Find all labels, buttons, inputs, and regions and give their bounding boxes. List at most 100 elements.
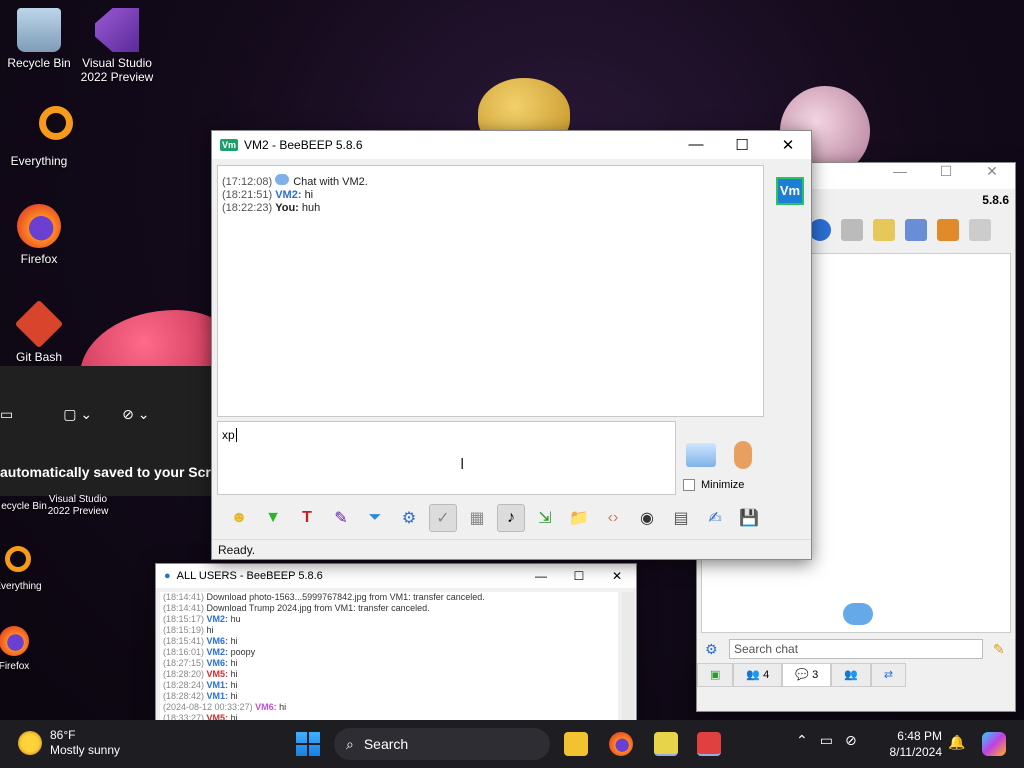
desktop-icon-visual-studio-2[interactable]: Visual Studio 2022 Preview (40, 494, 116, 518)
scrollbar[interactable] (622, 592, 634, 722)
taskbar-search[interactable]: ⌕ Search (334, 728, 550, 760)
minimize-button[interactable]: — (877, 163, 923, 189)
font-icon[interactable]: T (293, 504, 321, 532)
clear-search-icon[interactable]: ✎ (993, 641, 1005, 658)
log-user: VM5: (206, 669, 229, 679)
close-button[interactable]: ✕ (765, 136, 811, 154)
firefox-icon[interactable] (609, 732, 633, 756)
message-input-value: xp (222, 428, 235, 442)
screenshot-icon[interactable]: ◉ (633, 504, 661, 532)
minimize-label: Minimize (701, 479, 745, 491)
display-icon[interactable]: ▭ (820, 732, 833, 749)
weather-widget[interactable]: 86°F Mostly sunny (18, 728, 120, 758)
log-text: hi (230, 669, 238, 679)
log-line: (18:28:42) VM1: hi (163, 691, 615, 702)
network-icon[interactable] (809, 219, 831, 241)
system-tray: ⌃ ▭ ⊘ (796, 732, 857, 749)
all-users-chat-log: (18:14:41) Download photo-1563...5999767… (160, 592, 618, 722)
desktop-icon-visual-studio[interactable]: Visual Studio 2022 Preview (79, 8, 155, 84)
save-icon[interactable]: 💾 (735, 504, 763, 532)
desktop-icon-firefox-2[interactable]: Firefox (0, 626, 52, 674)
log-user: VM2: (206, 614, 229, 624)
search-label: Search (363, 736, 409, 752)
tab-users-count: 4 (763, 669, 770, 681)
snip-saved-message: automatically saved to your Scree (0, 464, 227, 480)
log-user: VM2: (206, 647, 229, 657)
maximize-button[interactable]: ☐ (560, 569, 598, 583)
desktop-icon-git-bash[interactable]: Git Bash (1, 299, 77, 364)
log-user: VM1: (206, 680, 229, 690)
minimize-button[interactable]: — (673, 136, 719, 154)
log-text: hi (206, 625, 214, 635)
timer-off-icon[interactable]: ⊘ ⌄ (122, 406, 149, 423)
desktop-icon-firefox[interactable]: Firefox (1, 204, 77, 266)
beebeep-taskbar-icon[interactable] (654, 732, 678, 756)
desktop-icon-label: Git Bash (15, 350, 63, 364)
folder-icon[interactable] (841, 219, 863, 241)
message-user: You: (275, 202, 299, 214)
chat-icon: ▣ (710, 669, 721, 681)
tab-users[interactable]: 👥 4 (733, 663, 783, 687)
message-input[interactable]: xp I (217, 421, 676, 495)
tab-files[interactable]: ⇄ (870, 663, 907, 687)
tab-chat[interactable]: ▣ (697, 663, 734, 687)
copilot-icon[interactable] (982, 732, 1006, 756)
clock[interactable]: 6:48 PM 8/11/2024 (884, 728, 943, 760)
update-icon[interactable] (937, 219, 959, 241)
snipping-tool-icon[interactable] (697, 732, 721, 756)
minimize-button[interactable]: — (522, 569, 560, 583)
tab-chats[interactable]: 💬 3 (782, 663, 832, 687)
microphone-icon[interactable] (734, 441, 752, 469)
search-icon: ⌕ (346, 735, 354, 752)
html-icon[interactable]: ‹› (599, 504, 627, 532)
close-button[interactable]: ✕ (969, 163, 1015, 189)
clock-time: 6:48 PM (897, 729, 942, 743)
video-icon[interactable]: ▭ (0, 406, 13, 423)
send-folder-icon[interactable]: 📁 (565, 504, 593, 532)
send-file-icon[interactable]: ⇲ (531, 504, 559, 532)
log-line: (18:14:41) Download photo-1563...5999767… (163, 592, 615, 603)
desktop-icon-everything-2[interactable]: Everything (0, 546, 56, 594)
checkbox-icon[interactable] (683, 479, 695, 491)
desktop-icon-recycle-bin[interactable]: Recycle Bin (1, 8, 77, 70)
settings-icon[interactable]: ⚙ (395, 504, 423, 532)
log-text: hi (230, 680, 238, 690)
expand-icon[interactable]: ▼ (259, 504, 287, 532)
search-chat-input[interactable]: Search chat (729, 639, 983, 659)
keyboard-icon[interactable]: ▤ (667, 504, 695, 532)
desktop-icon-everything[interactable]: Everything (1, 106, 77, 168)
chevron-up-icon[interactable]: ⌃ (796, 732, 808, 749)
emoticon-icon[interactable]: ☻ (225, 504, 253, 532)
edit-icon[interactable] (873, 219, 895, 241)
file-explorer-icon[interactable] (564, 732, 588, 756)
chat-titlebar: Vm VM2 - BeeBEEP 5.8.6 — ☐ ✕ (212, 131, 811, 159)
rectangle-mode-icon[interactable]: ▢ ⌄ (63, 406, 92, 423)
music-icon[interactable]: ♪ (497, 504, 525, 532)
tab-groups[interactable]: 👥 (831, 663, 871, 687)
log-line: (18:28:20) VM5: hi (163, 669, 615, 680)
start-button[interactable] (296, 732, 320, 756)
desktop-icon-label: Everything (0, 581, 42, 592)
picture-icon[interactable]: ▦ (463, 504, 491, 532)
git-bash-icon (14, 299, 64, 349)
desktop-icon-label: Recycle Bin (7, 56, 71, 70)
spellcheck-icon[interactable]: ✓ (429, 504, 457, 532)
filter-icon[interactable]: ⏷ (361, 504, 389, 532)
network-icon[interactable]: ⊘ (845, 732, 857, 749)
desktop-icon-label: Visual Studio 2022 Preview (80, 56, 154, 84)
notification-bell-icon[interactable]: 🔔 (948, 734, 965, 751)
settings-icon[interactable]: ⚙ (705, 641, 718, 658)
close-button[interactable]: ✕ (598, 569, 636, 583)
maximize-button[interactable]: ☐ (719, 136, 765, 154)
minimize-checkbox[interactable]: Minimize (683, 479, 744, 491)
tools-icon[interactable] (905, 219, 927, 241)
log-line: (18:15:17) VM2: hu (163, 614, 615, 625)
maximize-button[interactable]: ☐ (923, 163, 969, 189)
trash-icon[interactable] (969, 219, 991, 241)
notes-icon[interactable]: ✍ (701, 504, 729, 532)
send-file-icon[interactable] (686, 443, 716, 467)
font-color-icon[interactable]: ✎ (327, 504, 355, 532)
user-avatar[interactable]: Vm (776, 177, 804, 205)
message-text: huh (301, 202, 321, 214)
log-line: (18:14:41) Download Trump 2024.jpg from … (163, 603, 615, 614)
